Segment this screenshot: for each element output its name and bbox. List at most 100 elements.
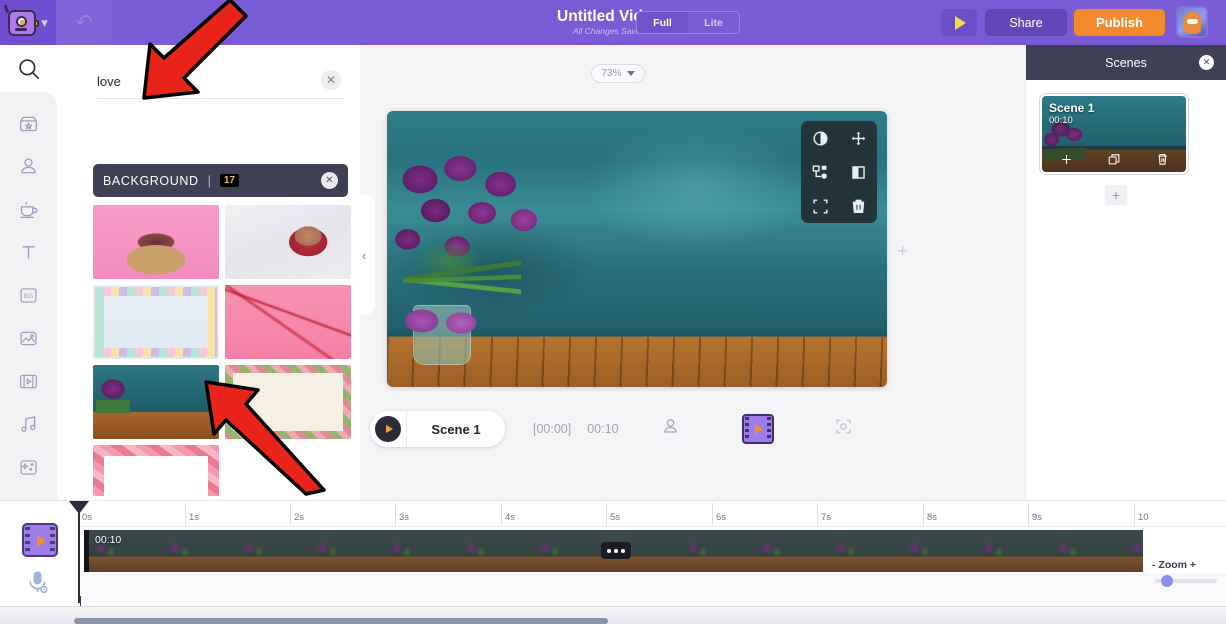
mode-lite-option[interactable]: Lite	[688, 12, 739, 33]
flip-icon[interactable]	[849, 163, 868, 182]
sidebar-item-background[interactable]: BG	[0, 274, 57, 317]
timeline-playhead[interactable]	[78, 505, 80, 603]
horizontal-scrollbar[interactable]	[0, 606, 1226, 624]
sidebar-item-music[interactable]	[0, 403, 57, 446]
ruler-tick: 2s	[290, 503, 304, 525]
current-time-label: [00:00]	[533, 422, 571, 436]
canvas-bouquet-object[interactable]	[389, 153, 544, 365]
image-icon	[18, 328, 39, 349]
scenes-panel: Scenes ✕ Scene 1 00:10 +	[1025, 45, 1226, 500]
play-icon	[386, 425, 393, 433]
ruler-tick: 8s	[923, 503, 937, 525]
scene-video-button[interactable]	[742, 414, 774, 444]
timeline-video-clip[interactable]: 00:10	[84, 530, 1143, 572]
replace-icon[interactable]	[811, 163, 830, 182]
zoom-level-value: 73%	[601, 68, 621, 79]
avatar-face	[1184, 12, 1201, 34]
video-icon	[18, 371, 39, 392]
thumb-floral-green-frame[interactable]	[225, 365, 351, 439]
search-field-wrapper[interactable]: love ✕	[97, 65, 345, 99]
clip-duration-label: 00:10	[95, 534, 121, 546]
scene-selector[interactable]: Scene 1	[370, 411, 505, 447]
sidebar-item-scenes[interactable]	[0, 102, 57, 145]
delete-scene-icon[interactable]	[1155, 152, 1170, 167]
clear-search-button[interactable]: ✕	[321, 70, 341, 90]
duration-label: 00:10	[587, 422, 618, 436]
text-icon	[18, 242, 39, 263]
timeline-zoom-slider[interactable]	[1155, 579, 1217, 583]
sidebar-item-effects[interactable]	[0, 446, 57, 489]
share-button[interactable]: Share	[985, 9, 1067, 36]
timeline-audio-track[interactable]	[78, 574, 1226, 601]
undo-button[interactable]: ↶	[56, 0, 112, 45]
canvas-stage: ‹ 73%	[360, 45, 1025, 500]
dot	[621, 549, 625, 553]
ruler-tick: 5s	[606, 503, 620, 525]
scene-card-duration: 00:10	[1049, 115, 1073, 126]
opacity-icon[interactable]	[811, 129, 830, 148]
add-scene-button[interactable]: +	[1105, 185, 1127, 205]
scene-playback-bar: Scene 1 [00:00] 00:10	[370, 408, 930, 450]
move-icon[interactable]	[849, 129, 868, 148]
publish-button[interactable]: Publish	[1074, 9, 1165, 36]
character-button[interactable]	[661, 417, 680, 441]
timeline: 0s 1s 2s 3s 4s 5s 6s 7s 8s 9s 10 00:10 -…	[0, 500, 1226, 624]
app-logo-icon	[8, 10, 36, 36]
add-object-button[interactable]: +	[897, 241, 908, 263]
zoom-level-selector[interactable]: 73%	[591, 64, 645, 83]
thumb-candy-heart-frame[interactable]	[93, 285, 219, 359]
timeline-ruler[interactable]: 0s 1s 2s 3s 4s 5s 6s 7s 8s 9s 10	[78, 501, 1226, 527]
filter-chip-close-icon[interactable]: ✕	[321, 172, 338, 189]
dot	[614, 549, 618, 553]
add-scene-icon[interactable]	[1059, 152, 1074, 167]
ruler-tick: 7s	[817, 503, 831, 525]
sidebar-item-video[interactable]	[0, 360, 57, 403]
close-icon[interactable]: ✕	[1199, 55, 1214, 70]
logo-eye	[16, 16, 27, 27]
scene-card[interactable]: Scene 1 00:10	[1040, 94, 1188, 174]
scenes-panel-header: Scenes ✕	[1026, 45, 1226, 80]
filter-chip-background[interactable]: BACKGROUND | 17 ✕	[93, 164, 348, 197]
timeline-video-track-icon[interactable]	[22, 523, 58, 557]
scene-card-actions	[1042, 146, 1186, 172]
delete-icon[interactable]	[849, 197, 868, 216]
scene-play-button[interactable]	[375, 416, 401, 442]
sidebar-item-props[interactable]	[0, 188, 57, 231]
clip-more-options-button[interactable]	[601, 542, 631, 559]
thumb-pink-rose-frame[interactable]	[93, 445, 219, 496]
scrollbar-thumb[interactable]	[74, 618, 608, 624]
app-logo-button[interactable]: ▾	[0, 0, 56, 45]
mode-toggle[interactable]: Full Lite	[636, 11, 740, 34]
timeline-track-headers	[0, 501, 78, 611]
bg-icon: BG	[18, 285, 39, 306]
search-input[interactable]: love	[97, 74, 121, 89]
tool-list: BG	[0, 92, 57, 500]
video-canvas[interactable]	[387, 111, 887, 387]
scene-card-title: Scene 1	[1049, 101, 1094, 115]
duplicate-scene-icon[interactable]	[1107, 152, 1122, 167]
fit-icon[interactable]	[811, 197, 830, 216]
preview-play-button[interactable]	[941, 9, 977, 36]
timeline-zoom-label[interactable]: - Zoom +	[1152, 559, 1196, 571]
thumb-red-grass-pink[interactable]	[225, 285, 351, 359]
play-icon	[955, 16, 966, 30]
scenes-panel-title: Scenes	[1105, 56, 1147, 70]
sidebar-item-image[interactable]	[0, 317, 57, 360]
mode-full-option[interactable]: Full	[637, 12, 688, 33]
zoom-slider-knob[interactable]	[1161, 575, 1173, 587]
chevron-down-icon: ▾	[41, 15, 48, 31]
thumbnail-grid	[93, 205, 351, 496]
music-icon	[18, 414, 39, 435]
thumb-purple-tulips-teal[interactable]	[93, 365, 219, 439]
sidebar-item-character[interactable]	[0, 145, 57, 188]
thumb-heart-mug-snow[interactable]	[225, 205, 351, 279]
timeline-audio-track-button[interactable]	[24, 567, 51, 602]
svg-text:BG: BG	[24, 293, 33, 300]
sidebar-item-text[interactable]	[0, 231, 57, 274]
character-icon	[18, 156, 39, 177]
thumb-potpourri-pink[interactable]	[93, 205, 219, 279]
collapse-panel-button[interactable]: ‹	[353, 195, 375, 315]
sidebar-item-search[interactable]	[0, 45, 57, 92]
avatar[interactable]	[1176, 6, 1208, 38]
camera-focus-button[interactable]	[834, 417, 853, 441]
